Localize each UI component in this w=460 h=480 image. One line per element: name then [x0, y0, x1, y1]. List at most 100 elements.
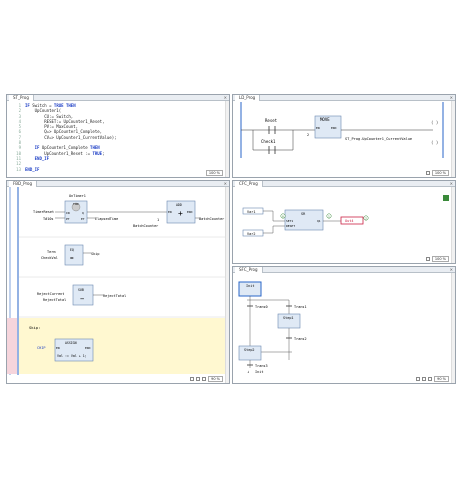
add-block[interactable]: ADD + EN ENO — [166, 200, 196, 224]
instance-name: OnTimer1 — [69, 194, 86, 198]
toolbox-icon[interactable] — [443, 195, 449, 201]
vertical-scrollbar[interactable] — [451, 101, 455, 177]
tab-ld-prog[interactable]: LD_Prog — [235, 95, 261, 101]
code-text: END_IF — [34, 155, 50, 161]
input-var: Var2 — [247, 232, 255, 236]
pin-q: Q — [82, 211, 84, 215]
output-var: RejectTotal — [103, 294, 126, 298]
order-number: 2 — [365, 217, 367, 221]
block-name: MOVE — [320, 117, 330, 122]
pin-in: IN — [66, 211, 70, 215]
assign-expression: Val := Val + 1; — [57, 354, 87, 358]
fbd-editor-pane: FBD_Prog ✕ OnTimer1 TON IN PT Q ET Timer… — [6, 180, 230, 384]
output-variable: ST_Prog.UpCounter1_CurrentValue — [345, 137, 412, 141]
select-tool-icon[interactable] — [415, 377, 420, 381]
cfc-editor-pane: CFC_Prog ✕ Var1 Var2 SR SET1 RESET Q1 Ou… — [232, 180, 456, 264]
tab-sfc-prog[interactable]: SFC_Prog — [235, 267, 263, 273]
fbd-diagram[interactable]: OnTimer1 TON IN PT Q ET TimerReset T#10s… — [7, 187, 227, 384]
input-var: TimerReset — [33, 210, 54, 214]
input-var: RejectCurrent — [37, 292, 64, 296]
pin-en: EN — [168, 210, 172, 214]
vertical-scrollbar[interactable] — [451, 187, 455, 263]
zoom-in-icon[interactable] — [195, 377, 200, 381]
fbd-zoom-bar: 90 % — [189, 376, 223, 382]
zoom-in-icon[interactable] — [421, 377, 426, 381]
pin-eno: ENO — [331, 126, 337, 130]
code-text: Q=> UpCounter1_Complete, — [25, 129, 103, 135]
pin-en: EN — [316, 126, 320, 130]
pin-q: Q1 — [317, 219, 321, 223]
st-tab-bar: ST_Prog ✕ — [7, 95, 229, 101]
coil-icon: ( ) — [431, 120, 438, 125]
code-text: PV:= MaxCount, — [25, 124, 78, 130]
ld-diagram[interactable]: Reset Check1 MOVE EN ENO 2 ST_Prog.UpCou… — [233, 102, 453, 172]
vertical-scrollbar[interactable] — [225, 187, 229, 383]
transition-name: Trans0 — [255, 305, 268, 309]
input-var: CheckVal — [41, 256, 58, 260]
jump-label: Skip: — [29, 325, 40, 330]
order-number: 1 — [328, 215, 330, 219]
tab-cfc-prog[interactable]: CFC_Prog — [235, 181, 263, 187]
minus-icon: − — [80, 295, 84, 303]
contact-label: Check1 — [261, 139, 276, 144]
sfc-zoom-bar: 90 % — [415, 376, 449, 382]
block-name: ASSIGN — [65, 341, 77, 345]
contact-reset[interactable]: Reset — [265, 118, 278, 134]
zoom-out-icon[interactable] — [427, 377, 432, 381]
zoom-in-icon[interactable] — [425, 171, 430, 175]
plus-icon: + — [178, 209, 183, 218]
sfc-diagram[interactable]: Init Trans0 Trans1 Step1 Trans2 Step2 Tr… — [233, 274, 433, 384]
sfc-tab-bar: SFC_Prog ✕ — [233, 267, 455, 273]
cfc-tab-bar: CFC_Prog ✕ — [233, 181, 455, 187]
zoom-selector[interactable]: 100 % — [431, 256, 449, 262]
step-name: Step2 — [244, 348, 255, 352]
zoom-selector[interactable]: 100 % — [205, 170, 223, 176]
zoom-selector[interactable]: 90 % — [434, 376, 449, 382]
input-var: BatchCounter — [133, 224, 158, 228]
block-name: TON — [73, 202, 79, 206]
input-const: 1 — [157, 218, 159, 222]
vertical-scrollbar[interactable] — [451, 273, 455, 383]
pin-pt: PT — [66, 217, 70, 221]
cfc-zoom-bar: 100 % — [425, 256, 449, 262]
eq-block[interactable]: EQ = — [64, 244, 84, 266]
code-text: CV=> UpCounter1_CurrentValue); — [25, 134, 117, 140]
assign-block[interactable]: ASSIGN EN ENO Val := Val + 1; — [54, 338, 94, 362]
code-line[interactable]: 13 END_IF — [9, 167, 219, 172]
sub-block[interactable]: SUB − — [72, 284, 94, 306]
vertical-scrollbar[interactable] — [225, 101, 229, 177]
pin-et: ET — [81, 217, 85, 221]
ld-zoom-bar: 100 % — [425, 170, 449, 176]
zoom-selector[interactable]: 90 % — [208, 376, 223, 382]
code-text: IF UpCounter1_Complete THEN — [34, 145, 100, 151]
move-block[interactable]: MOVE EN ENO 2 — [307, 115, 342, 139]
st-editor-pane: ST_Prog ✕ 1 IF Switch = TRUE THEN 2 UpCoun… — [6, 94, 230, 178]
output-var: ElapsedTime — [95, 217, 118, 221]
tab-st-prog[interactable]: ST_Prog — [9, 95, 34, 101]
zoom-selector[interactable]: 100 % — [431, 170, 449, 176]
sr-block[interactable]: SR SET1 RESET Q1 — [284, 209, 324, 231]
ton-block[interactable]: OnTimer1 TON IN PT Q ET — [64, 194, 88, 224]
cfc-diagram[interactable]: Var1 Var2 SR SET1 RESET Q1 Out4 0 1 2 — [233, 188, 433, 258]
zoom-in-icon[interactable] — [425, 257, 430, 261]
pin-in-value: 2 — [307, 133, 309, 137]
jump-arrow-icon: ↓ — [247, 369, 249, 374]
line-number: 13 — [16, 166, 21, 172]
input-var: RejectTotal — [43, 298, 66, 302]
st-code-area[interactable]: 1 IF Switch = TRUE THEN 2 UpCounter1(3 CU:… — [9, 103, 219, 172]
order-number: 0 — [282, 215, 284, 219]
code-text: UpCounter1( — [25, 108, 62, 114]
code-text: CU:= Switch, — [25, 113, 74, 119]
block-name: ADD — [176, 203, 182, 207]
step-name: Init — [246, 284, 254, 288]
pin-eno: ENO — [187, 210, 193, 214]
transition-name: Trans2 — [294, 337, 307, 341]
contact-check1[interactable]: Check1 — [261, 139, 276, 154]
input-const: T#10s — [43, 217, 54, 221]
input-var: CHIP — [37, 346, 45, 350]
code-text: RESET:= UpCounter1_Reset, — [25, 118, 105, 124]
zoom-out-icon[interactable] — [201, 377, 206, 381]
block-name: EQ — [70, 248, 74, 252]
code-text: END_IF — [25, 166, 40, 172]
select-tool-icon[interactable] — [189, 377, 194, 381]
